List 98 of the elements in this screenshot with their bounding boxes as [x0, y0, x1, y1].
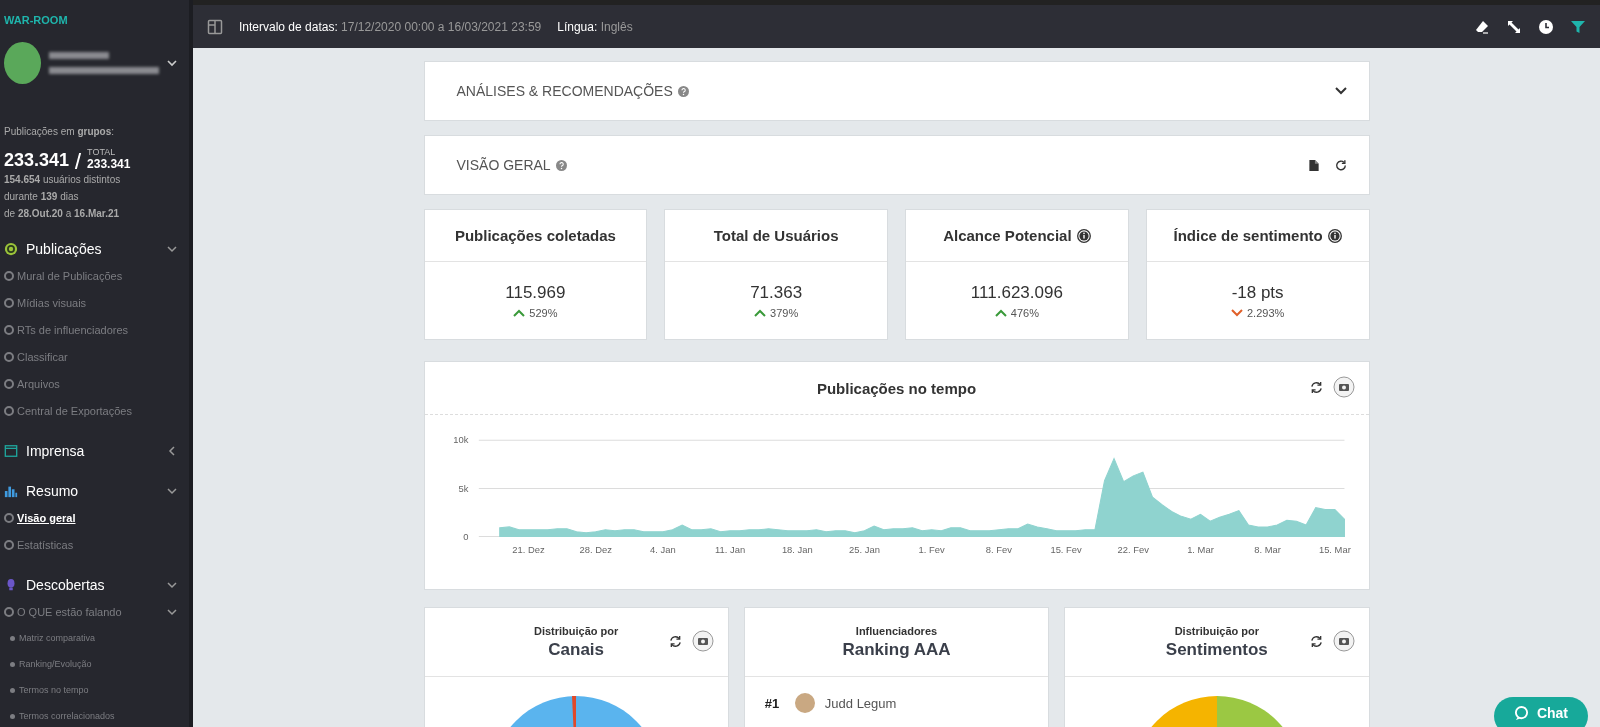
layout-icon[interactable] — [207, 18, 223, 35]
influencer-name[interactable]: Judd Legum — [824, 695, 897, 711]
kpi-value: 115.969 — [505, 282, 566, 303]
kpi-change: 2.293% — [1246, 306, 1285, 319]
bar-chart-icon — [4, 484, 18, 498]
document-icon[interactable] — [1307, 158, 1320, 172]
nav-item[interactable]: RTs de influenciadores — [4, 316, 189, 343]
refresh-icon[interactable] — [1309, 634, 1323, 648]
nav-section[interactable]: Resumo — [4, 478, 189, 504]
axis-tick-label: 10k — [452, 434, 468, 446]
total-label: TOTAL — [87, 147, 117, 157]
filter-summary: Língua: Inglês — [557, 19, 633, 34]
card-subtitle: Distribuição por — [1174, 624, 1259, 637]
camera-icon[interactable] — [691, 630, 714, 652]
axis-tick-label: 15. Mar — [1318, 544, 1351, 556]
nav-item[interactable]: Estatísticas — [4, 531, 189, 558]
eraser-icon[interactable] — [1474, 18, 1490, 35]
kpi-change: 529% — [529, 306, 558, 319]
chevron-down-icon — [167, 580, 177, 590]
help-icon[interactable] — [677, 85, 689, 97]
chevron-down-icon[interactable] — [1334, 87, 1347, 95]
card-subtitle: Distribuição por — [534, 624, 619, 637]
axis-tick-label: 25. Jan — [848, 544, 880, 556]
filter-icon[interactable] — [1570, 18, 1586, 35]
chart-title: Publicações no tempo — [816, 379, 977, 397]
nav-subitem[interactable]: Termos correlacionados — [4, 703, 189, 727]
camera-icon[interactable] — [1332, 630, 1355, 652]
kpi-title: Alcance Potencial — [943, 227, 1072, 244]
axis-tick-label: 4. Jan — [649, 544, 676, 556]
rank-number: #1 — [764, 695, 781, 711]
card-title: Ranking AAA — [842, 639, 951, 660]
chat-button[interactable]: Chat — [1493, 697, 1588, 727]
clock-icon[interactable] — [1538, 18, 1554, 35]
chevron-down-icon[interactable] — [167, 58, 177, 68]
kpi-value: 111.623.096 — [970, 282, 1063, 303]
avatar-placeholder — [794, 693, 815, 713]
section-title: VISÃO GERAL — [456, 157, 551, 173]
axis-tick-label: 28. Dez — [579, 544, 612, 556]
stats-line: 154.654 usuários distintos — [4, 173, 122, 187]
axis-tick-label: 15. Fev — [1049, 544, 1082, 556]
avatar-placeholder — [4, 42, 41, 84]
total-value: 233.341 — [87, 157, 131, 171]
expand-icon[interactable] — [1506, 18, 1522, 35]
axis-tick-label: 1. Mar — [1186, 544, 1214, 556]
slash-icon — [74, 153, 82, 169]
nav-subitem[interactable]: Termos no tempo — [4, 677, 189, 703]
nav-item[interactable]: Central de Exportações — [4, 397, 189, 424]
nav-section[interactable]: Descobertas — [4, 572, 189, 598]
axis-tick-label: 8. Mar — [1253, 544, 1281, 556]
refresh-icon[interactable] — [668, 634, 682, 648]
chevron-down-icon — [167, 486, 177, 496]
kpi-title: Índice de sentimento — [1173, 227, 1323, 244]
info-icon[interactable] — [1076, 228, 1091, 243]
axis-tick-label: 18. Jan — [781, 544, 813, 556]
axis-tick-label: 8. Fev — [985, 544, 1012, 556]
card-subtitle: Influenciadores — [855, 624, 938, 637]
nav-item[interactable]: Mídias visuais — [4, 289, 189, 316]
nav-item[interactable]: Arquivos — [4, 370, 189, 397]
nav-item[interactable]: Mural de Publicações — [4, 262, 189, 289]
brand-label: WAR-ROOM — [4, 14, 69, 26]
nav-item[interactable]: O QUE estão falando — [4, 598, 189, 625]
nav-subitem[interactable]: Matriz comparativa — [4, 625, 189, 651]
axis-tick-label: 0 — [462, 530, 468, 542]
blurred-text — [49, 52, 109, 59]
card-title: Canais — [548, 639, 605, 660]
nav-section[interactable]: Publicações — [4, 236, 189, 262]
axis-tick-label: 21. Dez — [511, 544, 545, 556]
kpi-change: 476% — [1010, 306, 1039, 319]
nav-item[interactable]: Classificar — [4, 343, 189, 370]
kpi-value: -18 pts — [1231, 282, 1284, 303]
info-icon[interactable] — [1327, 228, 1342, 243]
stats-line: de 28.Out.20 a 16.Mar.21 — [4, 207, 121, 221]
filter-summary: Intervalo de datas: 17/12/2020 00:00 a 16/03/2021 23:59 — [239, 19, 542, 34]
publication-count: 233.341 — [4, 150, 70, 171]
nav-item[interactable]: Visão geral — [4, 504, 189, 531]
kpi-title: Publicações coletadas — [454, 227, 616, 244]
stats-heading: Publicações em grupos: — [4, 126, 116, 137]
kpi-value: 71.363 — [750, 282, 803, 303]
section-title: ANÁLISES & RECOMENDAÇÕES — [456, 83, 673, 99]
speech-bubble-icon — [1513, 705, 1529, 721]
kpi-change: 379% — [770, 306, 799, 319]
kpi-title: Total de Usuários — [713, 227, 839, 244]
nav-subitem[interactable]: Ranking/Evolução — [4, 651, 189, 677]
chevron-left-icon — [167, 446, 177, 456]
axis-tick-label: 11. Jan — [714, 544, 745, 556]
nav-section[interactable]: Imprensa — [4, 438, 189, 464]
axis-tick-label: 5k — [457, 482, 468, 494]
axis-tick-label: 22. Fev — [1117, 544, 1149, 556]
chevron-down-icon — [167, 244, 177, 254]
refresh-icon[interactable] — [1334, 158, 1347, 172]
camera-icon[interactable] — [1332, 376, 1355, 398]
target-icon — [4, 242, 18, 256]
window-icon — [4, 444, 18, 458]
stats-line: durante 139 dias — [4, 190, 80, 204]
help-icon[interactable] — [555, 159, 567, 171]
axis-tick-label: 1. Fev — [918, 544, 945, 556]
card-title: Sentimentos — [1165, 639, 1268, 660]
refresh-icon[interactable] — [1309, 380, 1323, 394]
